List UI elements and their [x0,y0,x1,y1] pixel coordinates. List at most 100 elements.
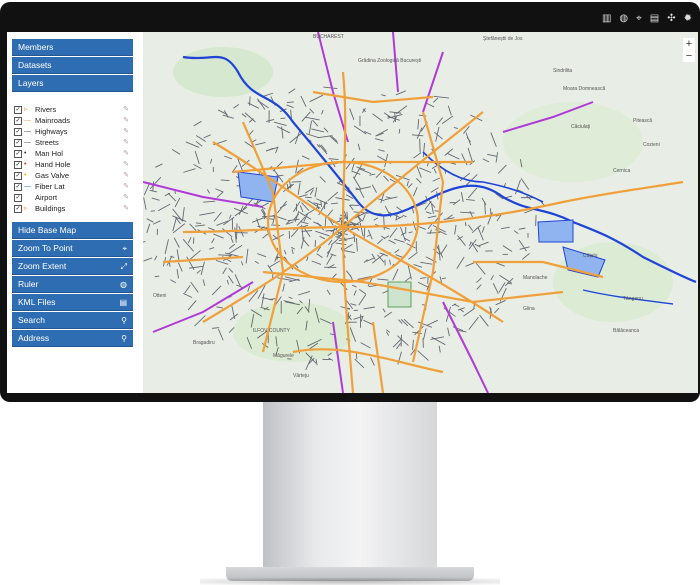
edit-icon[interactable]: ✎ [123,104,129,115]
map-place-label: BUCHAREST [313,34,344,40]
layer-checkbox[interactable]: ✓ [14,161,22,169]
zoom-out-icon[interactable]: − [683,50,695,62]
street-segment [220,179,230,181]
edit-icon[interactable]: ✎ [123,148,129,159]
layer-item[interactable]: ✓ — Streets ✎ [12,137,133,148]
street-segment [270,224,281,226]
line-icon: — [24,183,31,190]
street-segment [464,222,467,227]
layer-label: Fiber Lat [35,182,65,191]
layer-checkbox[interactable]: ✓ [14,128,22,136]
search-icon: ⚲ [121,316,127,325]
ruler-button[interactable]: Ruler ◍ [12,276,133,293]
layer-label: Mainroads [35,116,71,125]
edit-icon[interactable]: ✎ [123,137,129,148]
layer-checkbox[interactable]: ✓ [14,150,22,158]
line-icon: — [24,117,31,124]
street-segment [398,128,401,134]
search-icon: ⚲ [121,334,127,343]
map-canvas[interactable]: BUCHAREST Ștefăneștii de Jos Grădina Zoolo… [143,32,698,393]
map-place-label: Căciulați [571,124,590,130]
datasets-button[interactable]: Datasets [12,57,133,74]
map-place-label: Moara Domnească [563,86,605,92]
zoom-to-point-button[interactable]: Zoom To Point ⌖ [12,240,133,257]
edit-icon[interactable]: ✎ [123,159,129,170]
settings-icon[interactable]: ✹ [684,14,692,24]
compass-icon[interactable]: ✣ [667,14,675,24]
layer-item[interactable]: ✓ — Fiber Lat ✎ [12,181,133,192]
print-icon[interactable]: ▤ [650,14,659,24]
layer-label: Highways [35,127,68,136]
layer-item[interactable]: ✓ ▹ Buildings ✎ [12,203,133,214]
layer-item[interactable]: ✓ • Hand Hole ✎ [12,159,133,170]
pin-icon[interactable]: ⌖ [636,14,642,24]
layer-checkbox[interactable]: ✓ [14,139,22,147]
layer-label: Hand Hole [35,160,71,169]
layer-label: Streets [35,138,59,147]
hide-base-map-button[interactable]: Hide Base Map [12,222,133,239]
pin-icon: ⌖ [122,244,127,253]
map-place-label: Otteni [153,293,166,299]
street-segment [305,196,312,199]
edit-icon[interactable]: ✎ [123,203,129,214]
edit-icon[interactable]: ✎ [123,192,129,203]
layer-item[interactable]: ✓ Airport ✎ [12,192,133,203]
layer-label: Airport [35,193,58,202]
map-place-label: Cățelu [583,253,598,259]
globe-icon[interactable]: ◍ [619,14,628,24]
layer-label: Rivers [35,105,57,114]
kml-files-button[interactable]: KML Files ▤ [12,294,133,311]
address-button[interactable]: Address ⚲ [12,330,133,347]
edit-icon[interactable]: ✎ [123,126,129,137]
edit-icon[interactable]: ✎ [123,181,129,192]
layer-checkbox[interactable]: ✓ [14,106,22,114]
edit-icon[interactable]: ✎ [123,170,129,181]
members-button[interactable]: Members [12,39,133,56]
zoom-in-icon[interactable]: + [683,38,695,50]
file-icon: ▤ [119,298,127,307]
street-segment [280,117,286,120]
zoom-extent-button[interactable]: Zoom Extent ⤢ [12,258,133,275]
street-segment [154,275,160,278]
search-button[interactable]: Search ⚲ [12,312,133,329]
line-icon: — [24,128,31,135]
sidebar: Members Datasets Layers ✓ ▹ Rivers ✎ ✓ — Main… [7,32,143,393]
layer-checkbox[interactable]: ✓ [14,205,22,213]
layer-checkbox[interactable]: ✓ [14,172,22,180]
layer-label: Gas Valve [35,171,70,180]
expand-icon: ⤢ [120,262,127,271]
street-segment [363,227,366,239]
layer-label: Man Hol [35,149,63,158]
layer-item[interactable]: ✓ ▹ Rivers ✎ [12,104,133,115]
map-place-label: Bragadiru [193,340,215,346]
stats-icon[interactable]: ▥ [602,14,611,24]
layer-checkbox[interactable]: ✓ [14,117,22,125]
folder-icon: ▹ [24,106,28,113]
map-place-label: Ștefăneștii de Jos [483,36,523,42]
edit-icon[interactable]: ✎ [123,115,129,126]
map-place-label: Sindrilita [553,68,572,74]
map-place-label: Vârteju [293,373,309,379]
layer-checkbox[interactable]: ✓ [14,194,22,202]
layers-button[interactable]: Layers [12,75,133,92]
dot-icon: • [24,172,27,179]
map-place-label: Pitească [633,118,652,124]
layer-item[interactable]: ✓ • Man Hol ✎ [12,148,133,159]
map-view[interactable]: BUCHAREST Ștefăneștii de Jos Grădina Zoolo… [143,32,698,393]
map-place-label: Tânganu [623,296,643,302]
map-place-label: Măgurele [273,353,294,359]
layer-checkbox[interactable]: ✓ [14,183,22,191]
street-segment [195,222,202,224]
map-place-label: Cernica [613,168,630,174]
layer-item[interactable]: ✓ — Mainroads ✎ [12,115,133,126]
layer-item[interactable]: ✓ • Gas Valve ✎ [12,170,133,181]
line-icon: — [24,139,31,146]
dot-icon: • [24,150,27,157]
dot-icon: • [24,161,27,168]
layer-item[interactable]: ✓ — Highways ✎ [12,126,133,137]
layer-list: ✓ ▹ Rivers ✎ ✓ — Mainroads ✎ ✓ — Highways ✎ ✓ — Str… [12,104,133,214]
map-place-label: Grădina Zoologică Bucureşti [358,58,421,64]
screen: Members Datasets Layers ✓ ▹ Rivers ✎ ✓ — Main… [7,32,698,393]
map-place-label: Cozieni [643,142,660,148]
zoom-control[interactable]: + − [683,38,695,62]
